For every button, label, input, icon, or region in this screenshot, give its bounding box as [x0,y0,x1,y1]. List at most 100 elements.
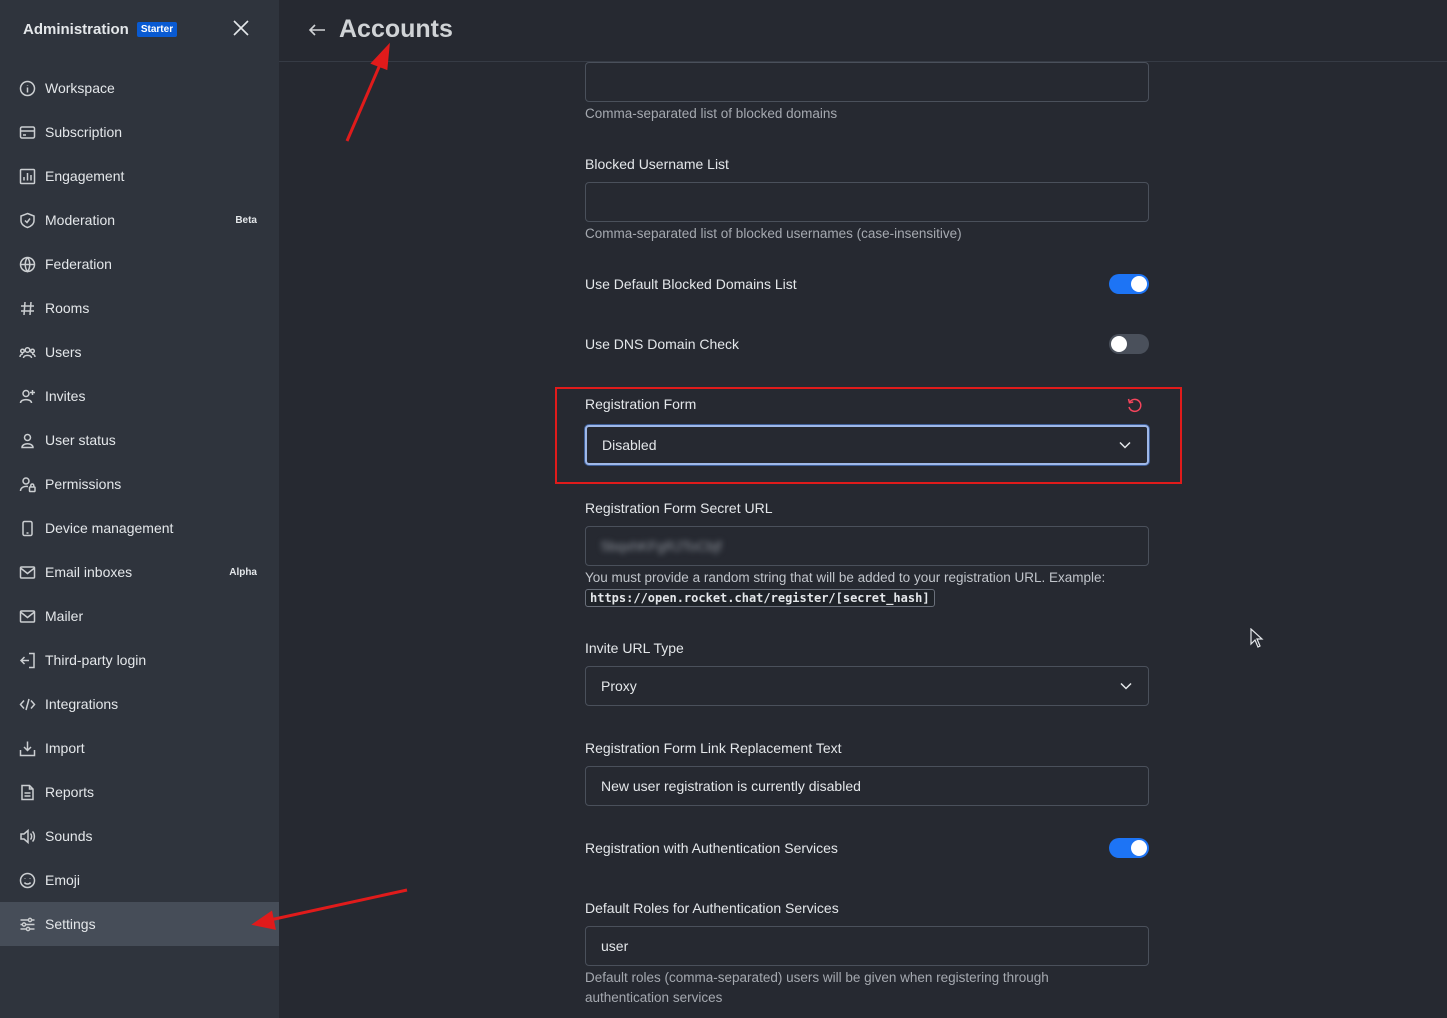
sidebar-item-emoji[interactable]: Emoji [0,858,279,902]
sidebar-item-users[interactable]: Users [0,330,279,374]
sidebar-item-email-inboxes[interactable]: Email inboxes Alpha [0,550,279,594]
sidebar-item-label: Emoji [45,872,81,888]
sidebar-item-label: Subscription [45,124,123,140]
sidebar-item-sounds[interactable]: Sounds [0,814,279,858]
default-roles-label: Default Roles for Authentication Service… [585,900,839,916]
login-icon [18,651,36,669]
auth-services-label: Registration with Authentication Service… [585,840,838,856]
sidebar-item-subscription[interactable]: Subscription [0,110,279,154]
sidebar-item-settings[interactable]: Settings [0,902,279,946]
sidebar-item-federation[interactable]: Federation [0,242,279,286]
user-icon [18,431,36,449]
sidebar-item-third-party-login[interactable]: Third-party login [0,638,279,682]
blocked-domains-hint: Comma-separated list of blocked domains [585,106,838,121]
sidebar-item-label: Permissions [45,476,122,492]
close-icon[interactable] [232,19,250,37]
sidebar-item-invites[interactable]: Invites [0,374,279,418]
secret-url-example: https://open.rocket.chat/register/[secre… [585,589,935,607]
sidebar-item-mailer[interactable]: Mailer [0,594,279,638]
user-plus-icon [18,387,36,405]
default-roles-hint: Default roles (comma-separated) users wi… [585,970,1049,1005]
sidebar-item-device-management[interactable]: Device management [0,506,279,550]
sidebar-item-moderation[interactable]: Moderation Beta [0,198,279,242]
toggle-knob [1111,336,1127,352]
mouse-cursor-icon [1250,628,1264,648]
page-title: Accounts [339,15,453,43]
mobile-icon [18,519,36,537]
secret-url-label: Registration Form Secret URL [585,500,773,516]
hash-icon [18,299,36,317]
sidebar-item-label: Integrations [45,696,119,712]
sidebar-item-user-status[interactable]: User status [0,418,279,462]
bar-chart-icon [18,167,36,185]
code-icon [18,695,36,713]
user-lock-icon [18,475,36,493]
sidebar-item-label: Rooms [45,300,90,316]
emoji-icon [18,871,36,889]
secret-url-input[interactable]: 5bqxhKFgRJToCbjf [585,526,1149,566]
link-replacement-input[interactable]: New user registration is currently disab… [585,766,1149,806]
sidebar-item-tag: Beta [235,214,257,226]
import-icon [18,739,36,757]
default-roles-value: user [601,938,629,954]
sidebar-item-label: Engagement [45,168,125,184]
link-replacement-label: Registration Form Link Replacement Text [585,740,842,756]
sidebar-item-workspace[interactable]: Workspace [0,66,279,110]
blocked-domains-input[interactable] [585,62,1149,102]
sidebar-item-label: Workspace [45,80,115,96]
invite-url-type-value: Proxy [601,678,637,694]
speaker-icon [18,827,36,845]
globe-icon [18,255,36,273]
secret-url-hint: You must provide a random string that wi… [585,570,1106,585]
invite-url-type-select[interactable]: Proxy [585,666,1149,706]
card-icon [18,123,36,141]
blocked-username-hint: Comma-separated list of blocked username… [585,226,962,241]
blocked-username-input[interactable] [585,182,1149,222]
default-blocked-domains-label: Use Default Blocked Domains List [585,276,797,292]
highlight-box [555,387,1182,484]
sidebar-item-label: Third-party login [45,652,147,668]
sidebar-nav: Workspace Subscription Engagement Moderatio… [0,66,279,946]
document-icon [18,783,36,801]
sidebar-item-label: Invites [45,388,86,404]
auth-services-toggle[interactable] [1109,838,1149,858]
toggle-knob [1131,276,1147,292]
default-roles-input[interactable]: user [585,926,1149,966]
team-icon [18,343,36,361]
toggle-knob [1131,840,1147,856]
sidebar-item-integrations[interactable]: Integrations [0,682,279,726]
secret-url-value: 5bqxhKFgRJToCbjf [601,538,722,554]
sidebar-item-label: Users [45,344,82,360]
sidebar-item-label: Mailer [45,608,84,624]
sidebar-item-label: Email inboxes [45,564,133,580]
sidebar-item-tag: Alpha [229,566,257,578]
sidebar-item-label: Import [45,740,85,756]
mail-icon [18,563,36,581]
invite-url-type-label: Invite URL Type [585,640,684,656]
blocked-username-label: Blocked Username List [585,156,729,172]
back-arrow-icon[interactable] [307,21,327,39]
sidebar-item-reports[interactable]: Reports [0,770,279,814]
sidebar-item-label: Moderation [45,212,116,228]
sidebar-item-import[interactable]: Import [0,726,279,770]
sidebar-item-label: Federation [45,256,112,272]
admin-sidebar: Administration Starter Workspace Subscrip… [0,0,279,1018]
sidebar-item-label: User status [45,432,116,448]
mail-icon [18,607,36,625]
link-replacement-value: New user registration is currently disab… [601,778,861,794]
dns-check-label: Use DNS Domain Check [585,336,740,352]
sidebar-item-label: Settings [45,916,96,932]
sidebar-title: Administration [23,20,129,38]
sidebar-item-permissions[interactable]: Permissions [0,462,279,506]
reset-icon[interactable] [1126,397,1143,414]
sidebar-item-rooms[interactable]: Rooms [0,286,279,330]
sidebar-header: Administration Starter [0,0,279,58]
sidebar-item-engagement[interactable]: Engagement [0,154,279,198]
shield-icon [18,211,36,229]
plan-badge: Starter [136,21,178,37]
page-header: Accounts [279,0,1447,62]
dns-check-toggle[interactable] [1109,334,1149,354]
sidebar-item-label: Reports [45,784,95,800]
default-blocked-domains-toggle[interactable] [1109,274,1149,294]
sliders-icon [18,915,36,933]
